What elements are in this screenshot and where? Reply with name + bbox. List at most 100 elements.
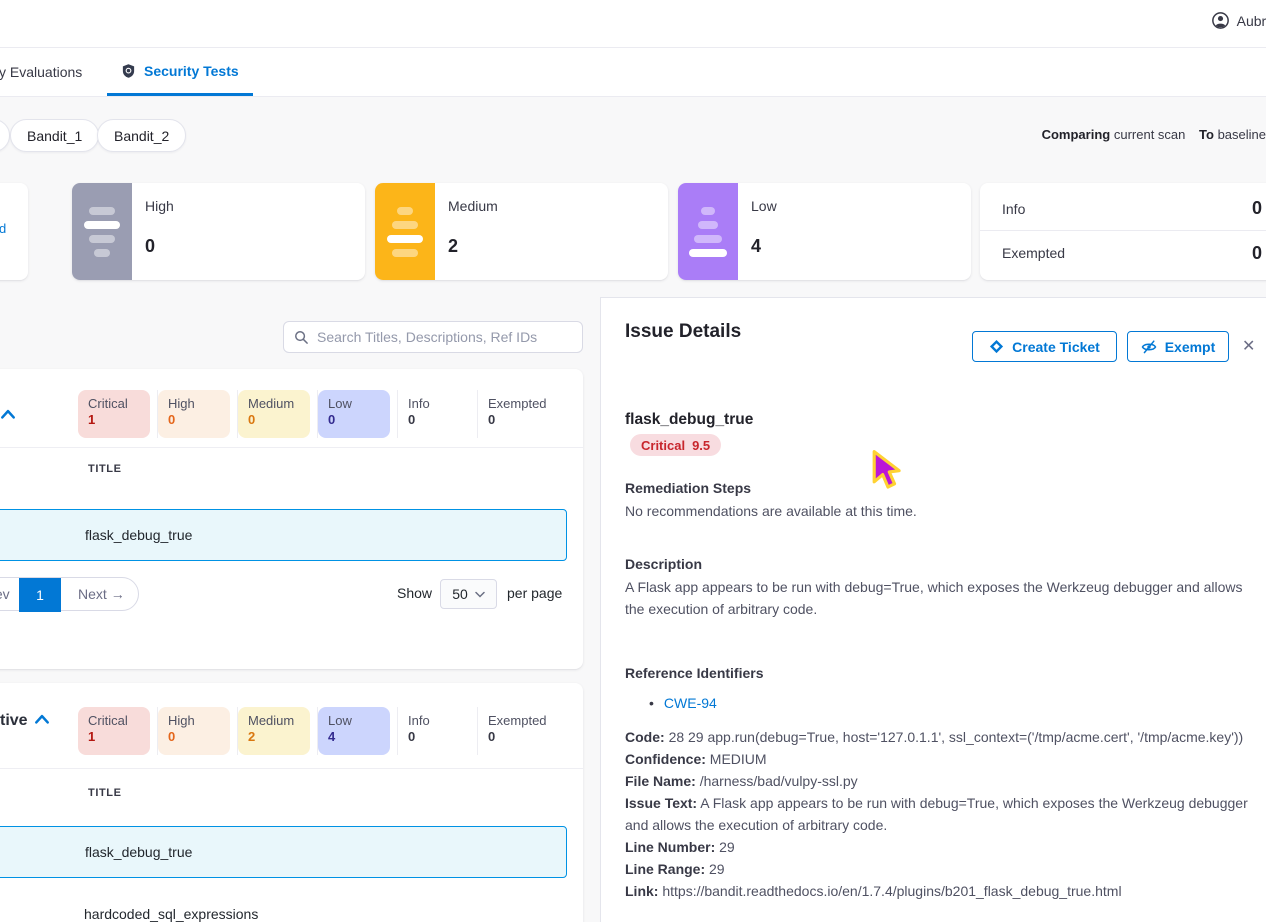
badge-low: Low 4 (318, 707, 398, 755)
summary-card-medium: Medium 2 (375, 183, 668, 280)
description-heading: Description (625, 556, 702, 572)
prev-label: Prev (0, 586, 10, 602)
reference-item: • CWE-94 (649, 695, 717, 711)
badge-medium: Medium 0 (238, 390, 318, 438)
badge-low: Low 0 (318, 390, 398, 438)
field-value: https://bandit.readthedocs.io/en/1.7.4/p… (662, 883, 1121, 899)
close-icon[interactable]: ✕ (1242, 336, 1255, 356)
scan-chip-cut[interactable] (0, 119, 10, 152)
badge-medium: Medium 2 (238, 707, 318, 755)
exempt-button[interactable]: Exempt (1127, 331, 1229, 362)
per-page-label: per page (507, 585, 562, 601)
summary-card-label: Low (751, 198, 777, 214)
summary-card-value: 4 (751, 236, 761, 257)
badge-exempted: Exempted 0 (478, 707, 558, 755)
badge-count: 0 (488, 412, 541, 427)
badge-count: 0 (248, 412, 300, 427)
issue-section-card-2: tive Critical 1 High 0 Medium 2 Low 4 In… (0, 683, 583, 922)
field-label: Line Number: (625, 839, 715, 855)
issue-row-title: flask_debug_true (85, 844, 192, 860)
badge-label: Medium (248, 396, 300, 411)
field-link: Link: https://bandit.readthedocs.io/en/1… (625, 880, 1265, 902)
issue-details-heading: Issue Details (625, 321, 741, 343)
severity-label: Critical (641, 438, 685, 453)
scan-chip-bandit-1[interactable]: Bandit_1 (10, 119, 99, 152)
title-column-header: TITLE (88, 787, 122, 799)
badge-count: 0 (168, 729, 220, 744)
severity-gauge-icon-low (678, 183, 738, 280)
chevron-up-icon[interactable] (34, 713, 50, 725)
cut-link-fragment[interactable]: d (0, 221, 6, 236)
badge-count: 1 (88, 729, 140, 744)
badge-label: Info (408, 713, 460, 728)
badge-count: 0 (408, 412, 460, 427)
exempt-label: Exempt (1165, 339, 1216, 355)
user-name: Aubre (1237, 13, 1266, 29)
badge-high: High 0 (158, 390, 238, 438)
field-label: File Name: (625, 773, 696, 789)
tab-policy-evaluations[interactable]: cy Evaluations (0, 64, 82, 80)
search-icon (294, 330, 309, 345)
comparing-baseline: baseline (1218, 127, 1266, 142)
badge-label: Low (328, 396, 380, 411)
comparing-current: current scan (1114, 127, 1186, 142)
severity-gauge-icon-medium (375, 183, 435, 280)
chevron-up-icon[interactable] (0, 408, 16, 420)
info-label: Info (1002, 201, 1025, 217)
badge-label: Info (408, 396, 460, 411)
search-input[interactable] (317, 329, 572, 345)
issue-row-hardcoded-sql-expressions[interactable]: hardcoded_sql_expressions (0, 888, 567, 922)
exempted-value: 0 (1252, 243, 1262, 264)
severity-gauge-icon-high (72, 183, 132, 280)
badge-count: 0 (168, 412, 220, 427)
page-size-select[interactable]: 50 (440, 579, 497, 609)
shield-icon (121, 63, 136, 79)
field-value: MEDIUM (710, 751, 767, 767)
field-line-number: Line Number: 29 (625, 836, 1265, 858)
tab-security-tests[interactable]: Security Tests (107, 48, 253, 96)
field-issue-text: Issue Text: A Flask app appears to be ru… (625, 792, 1265, 836)
badge-label: High (168, 396, 220, 411)
issue-section-card-1: Critical 1 High 0 Medium 0 Low 0 Info 0 … (0, 369, 583, 669)
severity-score-badge: Critical 9.5 (630, 434, 721, 456)
top-bar: Aubre (0, 0, 1266, 48)
scan-chip-bandit-2[interactable]: Bandit_2 (97, 119, 186, 152)
tab-security-tests-label: Security Tests (144, 63, 239, 79)
issue-fields: Code: 28 29 app.run(debug=True, host='12… (625, 726, 1265, 902)
description-text: A Flask app appears to be run with debug… (625, 576, 1265, 620)
remediation-heading: Remediation Steps (625, 480, 751, 496)
info-row: Info 0 (980, 187, 1266, 231)
summary-card-value: 0 (145, 236, 155, 257)
summary-card-label: High (145, 198, 174, 214)
issue-search (283, 321, 583, 353)
issue-title: flask_debug_true (625, 411, 753, 429)
field-value: 29 (719, 839, 735, 855)
ticket-diamond-icon (989, 339, 1004, 354)
create-ticket-button[interactable]: Create Ticket (972, 331, 1117, 362)
badge-label: Exempted (488, 713, 541, 728)
badge-info: Info 0 (398, 707, 478, 755)
issue-row-title: hardcoded_sql_expressions (84, 906, 258, 922)
summary-card-critical-cut: d (0, 183, 28, 280)
user-menu[interactable]: Aubre (1212, 12, 1266, 29)
badge-high: High 0 (158, 707, 238, 755)
badge-label: Exempted (488, 396, 541, 411)
badge-exempted: Exempted 0 (478, 390, 558, 438)
page-1-button[interactable]: 1 (19, 578, 61, 612)
compare-selector[interactable]: Comparing current scan To baseline (1042, 127, 1266, 142)
exempted-label: Exempted (1002, 245, 1065, 261)
issue-details-panel: Issue Details Create Ticket Exempt ✕ fla… (600, 297, 1266, 922)
field-file-name: File Name: /harness/bad/vulpy-ssl.py (625, 770, 1265, 792)
field-label: Confidence: (625, 751, 706, 767)
badge-info: Info 0 (398, 390, 478, 438)
issue-row-title: flask_debug_true (85, 527, 192, 543)
issue-row-flask-debug-true[interactable]: flask_debug_true (0, 826, 567, 878)
next-page-button[interactable]: Next → (78, 586, 125, 602)
cwe-link[interactable]: CWE-94 (664, 695, 717, 711)
badge-count: 0 (488, 729, 541, 744)
prev-page-button[interactable]: ← Prev (0, 586, 10, 602)
issue-row-flask-debug-true[interactable]: flask_debug_true (0, 509, 567, 561)
page-size-value: 50 (452, 586, 468, 602)
user-avatar-icon (1212, 12, 1229, 29)
next-arrow-icon: → (111, 586, 125, 602)
